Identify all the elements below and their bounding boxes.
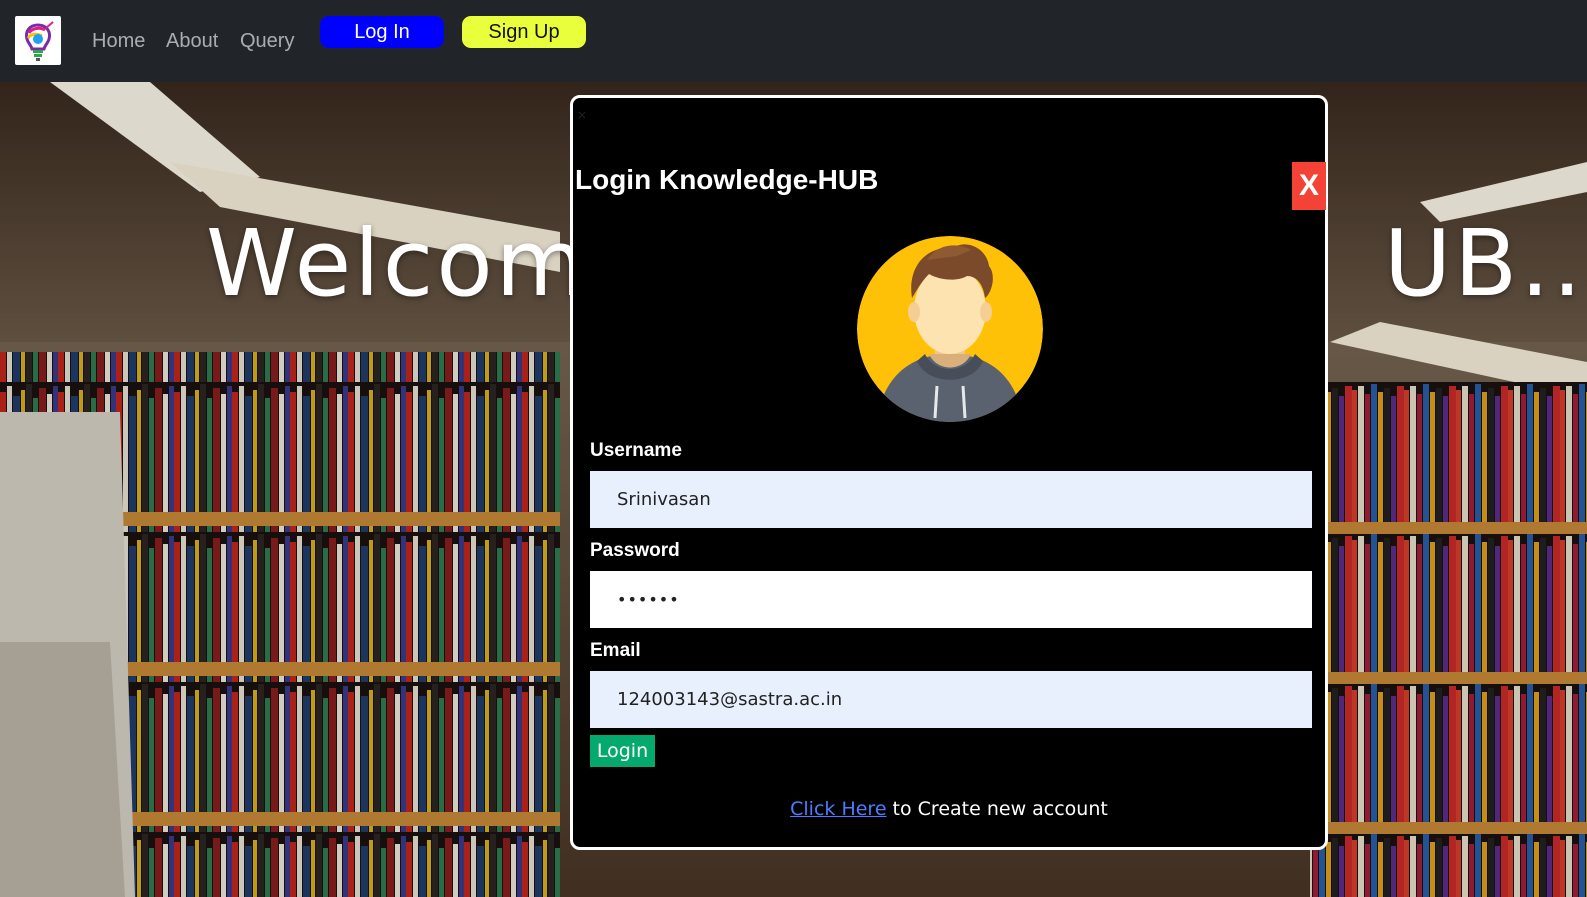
lightbulb-logo-icon	[25, 21, 54, 61]
email-label: Email	[590, 640, 641, 661]
nav-home-link[interactable]: Home	[92, 30, 145, 53]
create-account-line: Click Here to Create new account	[573, 798, 1325, 820]
login-submit-button[interactable]: Login	[590, 735, 655, 767]
user-avatar-icon	[857, 236, 1043, 422]
nav-query-link[interactable]: Query	[240, 30, 294, 53]
password-label: Password	[590, 540, 680, 561]
username-label: Username	[590, 440, 682, 461]
login-modal: × Login Knowledge-HUB X Username Passwor…	[570, 95, 1328, 850]
modal-title: Login Knowledge-HUB	[575, 164, 879, 195]
password-input[interactable]	[590, 571, 1312, 628]
username-input[interactable]	[590, 471, 1312, 528]
top-navbar: Home About Query Log In Sign Up	[0, 0, 1587, 82]
welcome-heading-right: UB......	[1383, 210, 1587, 317]
nav-about-link[interactable]: About	[166, 30, 218, 53]
create-account-text: to Create new account	[886, 798, 1108, 820]
email-input[interactable]	[590, 671, 1312, 728]
modal-dismiss-icon[interactable]: ×	[577, 108, 587, 122]
create-account-link[interactable]: Click Here	[790, 798, 886, 820]
signup-nav-button[interactable]: Sign Up	[462, 16, 586, 48]
close-modal-button[interactable]: X	[1292, 162, 1326, 210]
brand-logo[interactable]	[15, 16, 61, 65]
login-nav-button[interactable]: Log In	[320, 16, 444, 48]
